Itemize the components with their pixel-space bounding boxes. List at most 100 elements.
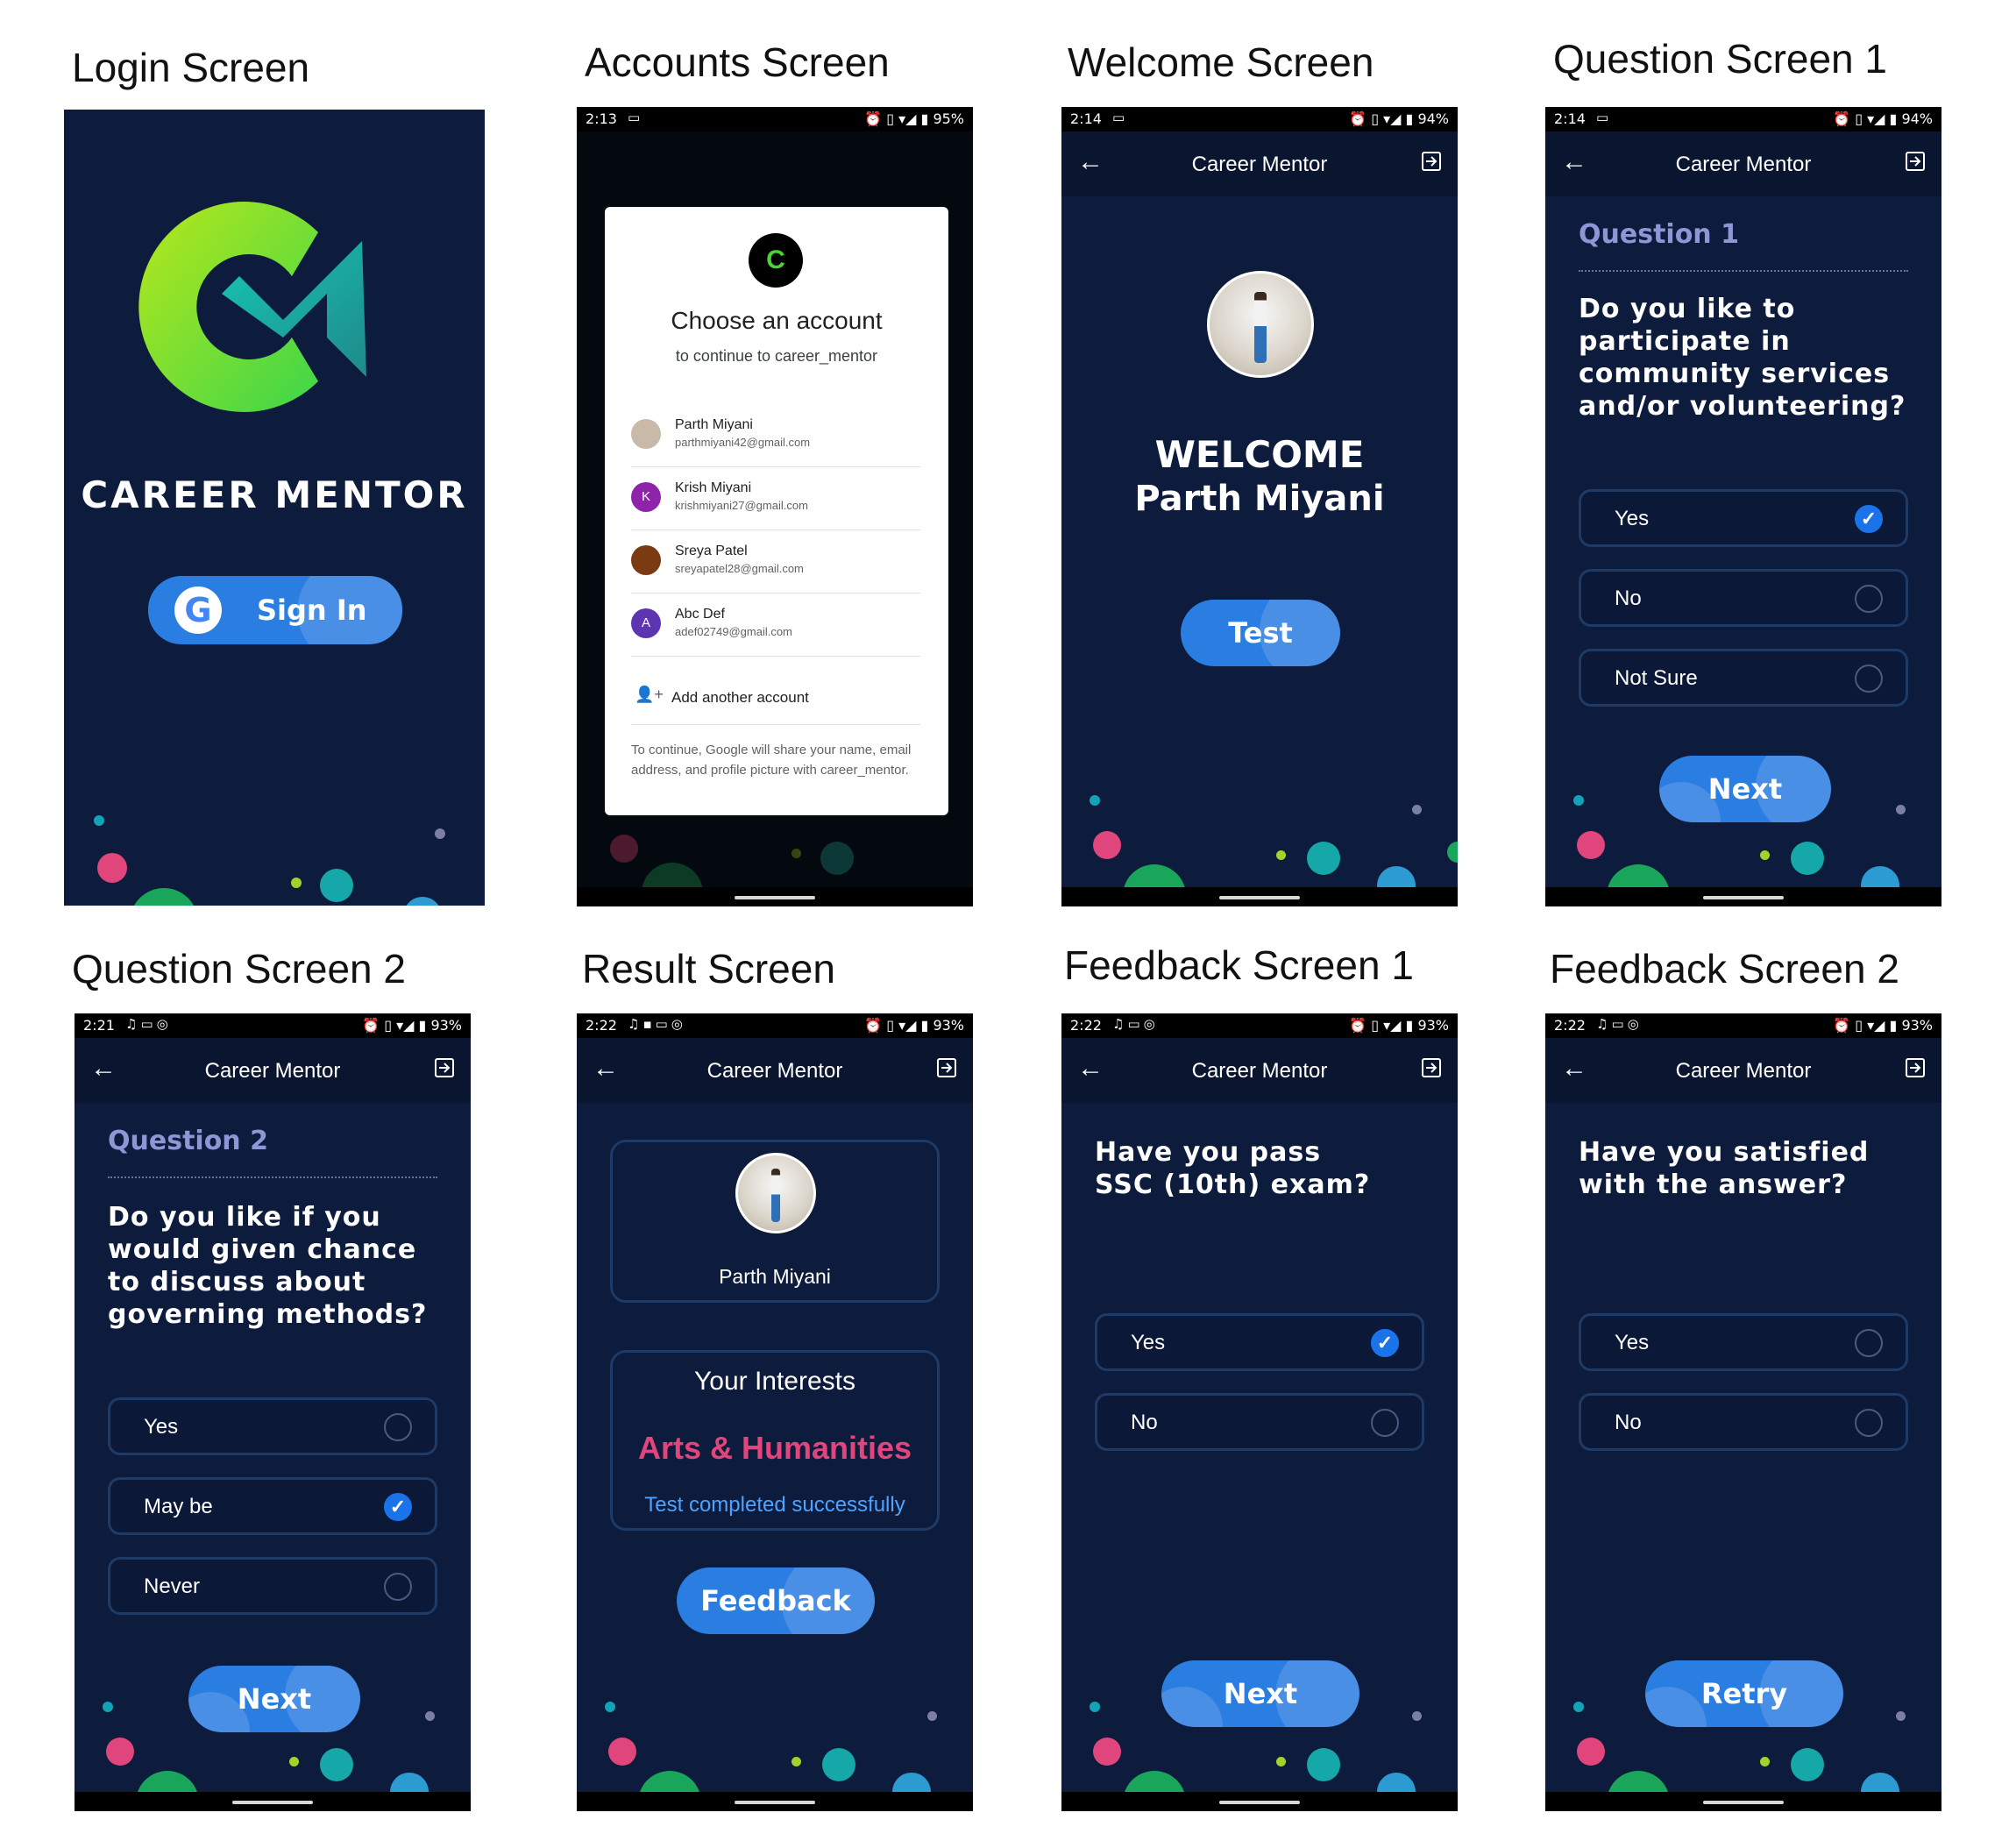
- account-email: parthmiyani42@gmail.com: [675, 436, 811, 449]
- nav-bar: [1545, 1792, 1941, 1811]
- test-button[interactable]: Test: [1181, 600, 1340, 666]
- radio-icon[interactable]: [1855, 1409, 1883, 1437]
- profile-name: Parth Miyani: [719, 1265, 831, 1288]
- account-name: Krish Miyani: [675, 480, 752, 495]
- option-yes[interactable]: Yes ✓: [1095, 1313, 1424, 1371]
- status-bar: 2:21 ♫▭◎ ⏰ ▯ ▾◢ ▮ 93%: [75, 1013, 471, 1038]
- app-bar: ← Career Mentor: [1061, 1038, 1458, 1103]
- account-chooser-dialog: C Choose an account to continue to caree…: [605, 207, 948, 815]
- option-no[interactable]: No: [1579, 1393, 1908, 1451]
- account-email: krishmiyani27@gmail.com: [675, 499, 808, 512]
- account-name: Abc Def: [675, 607, 725, 622]
- privacy-note: To continue, Google will share your name…: [631, 743, 912, 778]
- status-bar: 2:22 ♫▭◎ ⏰ ▯ ▾◢ ▮ 93%: [1545, 1013, 1941, 1038]
- logout-icon[interactable]: [1905, 1057, 1926, 1078]
- sign-in-label: Sign In: [257, 594, 367, 627]
- avatar: A: [631, 608, 661, 638]
- account-row[interactable]: Sreya Patel sreyapatel28@gmail.com: [631, 530, 920, 594]
- status-bar: 2:14 ▭ ⏰ ▯ ▾◢ ▮ 94%: [1545, 107, 1941, 132]
- option-yes[interactable]: Yes: [1579, 1313, 1908, 1371]
- feedback2-phone: 2:22 ♫▭◎ ⏰ ▯ ▾◢ ▮ 93% ← Career Mentor Hav…: [1545, 1013, 1941, 1811]
- account-name: Parth Miyani: [675, 417, 753, 432]
- google-icon: G: [174, 586, 222, 634]
- divider: [108, 1176, 437, 1178]
- logout-icon[interactable]: [1421, 151, 1442, 172]
- nav-bar: [1545, 887, 1941, 906]
- radio-icon[interactable]: [1855, 665, 1883, 693]
- radio-icon[interactable]: [384, 1573, 412, 1601]
- logout-icon[interactable]: [434, 1057, 455, 1078]
- question-number: Question 2: [108, 1126, 268, 1156]
- app-title: Career Mentor: [706, 1059, 843, 1083]
- nav-bar: [577, 1792, 973, 1811]
- status-bar: 2:22 ♫▭◎ ⏰ ▯ ▾◢ ▮ 93%: [1061, 1013, 1458, 1038]
- radio-icon[interactable]: [1855, 585, 1883, 613]
- checked-radio-icon[interactable]: ✓: [1855, 505, 1883, 533]
- app-logo: [138, 202, 366, 413]
- radio-icon[interactable]: [1371, 1409, 1399, 1437]
- add-account-label: Add another account: [671, 689, 809, 706]
- user-name: Parth Miyani: [1134, 479, 1385, 519]
- option-never[interactable]: Never: [108, 1557, 437, 1615]
- avatar: [1207, 271, 1314, 378]
- next-button[interactable]: Next: [1659, 756, 1831, 822]
- status-message: Test completed successfully: [644, 1493, 905, 1517]
- welcome-phone: 2:14 ▭ ⏰ ▯ ▾◢ ▮ 94% ← Career Mentor WELCO…: [1061, 107, 1458, 906]
- checked-radio-icon[interactable]: ✓: [384, 1493, 412, 1521]
- result-phone: 2:22 ♫▪▭◎ ⏰ ▯ ▾◢ ▮ 93% ← Career Mentor Pa…: [577, 1013, 973, 1811]
- avatar: [735, 1153, 816, 1233]
- option-may-be[interactable]: May be ✓: [108, 1477, 437, 1535]
- app-title: Career Mentor: [204, 1059, 341, 1083]
- welcome-line: WELCOME: [1154, 433, 1365, 476]
- option-no[interactable]: No: [1095, 1393, 1424, 1451]
- app-bar: ← Career Mentor: [75, 1038, 471, 1103]
- option-no[interactable]: No: [1579, 569, 1908, 627]
- radio-icon[interactable]: [1855, 1329, 1883, 1357]
- nav-bar: [1061, 1792, 1458, 1811]
- retry-button[interactable]: Retry: [1645, 1660, 1843, 1727]
- radio-icon[interactable]: [384, 1413, 412, 1441]
- status-bar: 2:13 ▭ ⏰ ▯ ▾◢ ▮ 95%: [577, 107, 973, 132]
- option-yes[interactable]: Yes: [108, 1397, 437, 1455]
- logout-icon[interactable]: [1421, 1057, 1442, 1078]
- screen-title-login: Login Screen: [72, 45, 310, 90]
- checked-radio-icon[interactable]: ✓: [1371, 1329, 1399, 1357]
- app-title: Career Mentor: [1191, 1059, 1328, 1083]
- account-email: sreyapatel28@gmail.com: [675, 562, 804, 575]
- divider: [1579, 270, 1908, 272]
- avatar: K: [631, 482, 661, 512]
- app-bar: ← Career Mentor: [577, 1038, 973, 1103]
- logout-icon[interactable]: [936, 1057, 957, 1078]
- interest-value: Arts & Humanities: [637, 1430, 912, 1466]
- interests-heading: Your Interests: [694, 1367, 855, 1396]
- nav-bar: [577, 887, 973, 906]
- add-account-row[interactable]: 👤+ Add another account: [631, 673, 920, 725]
- screen-title-fb1: Feedback Screen 1: [1064, 942, 1414, 988]
- avatar: [631, 419, 661, 449]
- app-bar: ← Career Mentor: [1545, 132, 1941, 196]
- nav-bar: [1061, 887, 1458, 906]
- feedback-button[interactable]: Feedback: [677, 1567, 875, 1634]
- account-row[interactable]: A Abc Def adef02749@gmail.com: [631, 593, 920, 657]
- app-title: Career Mentor: [1675, 1059, 1812, 1083]
- question2-phone: 2:21 ♫▭◎ ⏰ ▯ ▾◢ ▮ 93% ← Career Mentor Que…: [75, 1013, 471, 1811]
- next-button[interactable]: Next: [188, 1666, 360, 1732]
- brand-name: CAREER MENTOR: [81, 473, 468, 516]
- app-logo-small: C: [749, 233, 803, 288]
- next-button[interactable]: Next: [1161, 1660, 1359, 1727]
- option-not-sure[interactable]: Not Sure: [1579, 649, 1908, 707]
- account-name: Sreya Patel: [675, 544, 748, 558]
- status-bar: 2:22 ♫▪▭◎ ⏰ ▯ ▾◢ ▮ 93%: [577, 1013, 973, 1038]
- account-row[interactable]: K Krish Miyani krishmiyani27@gmail.com: [631, 466, 920, 530]
- accounts-phone: 2:13 ▭ ⏰ ▯ ▾◢ ▮ 95% C Choose an account …: [577, 107, 973, 906]
- account-row[interactable]: Parth Miyani parthmiyani42@gmail.com: [631, 403, 920, 467]
- nav-bar: [75, 1792, 471, 1811]
- app-title: Career Mentor: [1675, 153, 1812, 176]
- screen-title-result: Result Screen: [582, 946, 835, 992]
- logout-icon[interactable]: [1905, 151, 1926, 172]
- option-yes[interactable]: Yes ✓: [1579, 489, 1908, 547]
- screen-title-q2: Question Screen 2: [72, 946, 407, 992]
- google-sign-in-button[interactable]: G Sign In: [148, 576, 402, 644]
- screen-title-accounts: Accounts Screen: [585, 39, 890, 85]
- interests-card: Your Interests Arts & Humanities Test co…: [610, 1350, 940, 1531]
